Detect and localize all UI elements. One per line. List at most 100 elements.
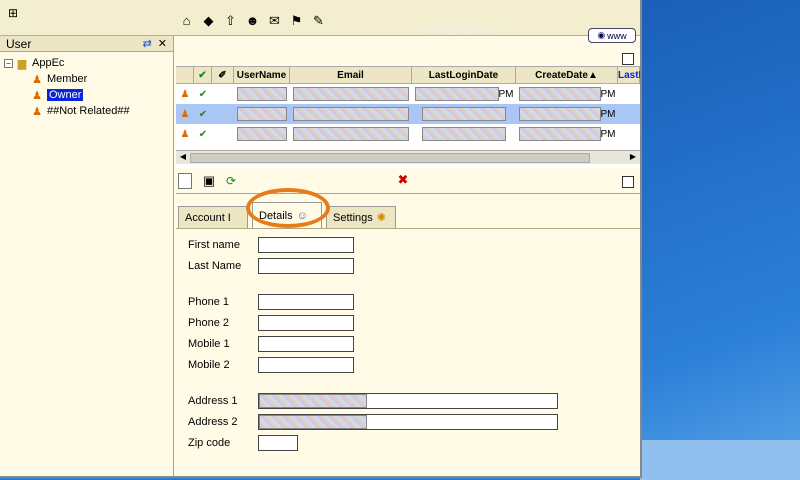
folder-icon: ▆ — [17, 57, 27, 70]
address1-label: Address 1 — [188, 395, 238, 407]
email-cell — [293, 87, 409, 101]
tools-icon[interactable]: ✎ — [310, 12, 327, 29]
tree-item-member[interactable]: ♟ Member — [4, 71, 173, 87]
grid-header: ✔ ✐ UserName Email LastLoginDate CreateD… — [176, 66, 640, 84]
zip-field[interactable] — [258, 435, 298, 451]
close-icon[interactable]: ✕ — [158, 37, 167, 50]
details-form: First name Last Name Phone 1 Phone 2 Mob… — [176, 228, 640, 476]
phone1-field[interactable] — [258, 294, 354, 310]
col-lastlogin[interactable]: LastLoginDate — [412, 67, 516, 83]
mobile1-label: Mobile 1 — [188, 338, 230, 350]
desktop-background — [640, 0, 800, 480]
createdate-cell — [518, 127, 601, 141]
phone2-row: Phone 2 — [188, 313, 354, 333]
users-icon: ♟ — [32, 89, 42, 102]
tab-settings[interactable]: Settings ✺ — [326, 206, 396, 228]
phone1-label: Phone 1 — [188, 296, 229, 308]
collapse-icon[interactable]: − — [4, 58, 13, 68]
mail-icon[interactable]: ✉ — [266, 12, 283, 29]
col-createdate[interactable]: CreateDate▲ — [516, 67, 618, 83]
mobile1-field[interactable] — [258, 336, 354, 352]
address2-field[interactable] — [258, 414, 558, 430]
table-row[interactable]: ♟ ✔ PM — [176, 104, 640, 124]
flags-icon[interactable]: ⚑ — [288, 12, 305, 29]
detail-toolbar: ▣ ⟳ ✖ — [176, 168, 640, 194]
lastlogin-cell — [422, 127, 506, 141]
brand-url: www.spiralic.com — [424, 25, 501, 36]
createdate-cell — [518, 107, 601, 121]
header-blank — [176, 67, 194, 83]
createdate-cell — [518, 87, 601, 101]
detail-maximize-icon[interactable] — [622, 176, 634, 188]
check-icon: ✔ — [198, 88, 208, 100]
username-cell — [237, 107, 287, 121]
refresh-icon[interactable]: ⇄ — [143, 37, 152, 50]
scroll-thumb[interactable] — [190, 153, 590, 163]
user-icon: ♟ — [180, 108, 190, 120]
tree-item-owner[interactable]: ♟ Owner — [4, 87, 173, 103]
email-cell — [293, 127, 409, 141]
highlight-ring — [246, 188, 330, 228]
refresh-icon[interactable]: ⟳ — [224, 173, 238, 188]
lastlogin-cell — [414, 87, 499, 101]
scroll-left-icon[interactable]: ◀ — [177, 152, 189, 164]
check-icon: ✔ — [194, 67, 212, 83]
www-button[interactable]: ◉ www — [588, 28, 636, 43]
phone2-label: Phone 2 — [188, 317, 229, 329]
col-email[interactable]: Email — [290, 67, 412, 83]
first-name-field[interactable] — [258, 237, 354, 253]
first-name-label: First name — [188, 239, 240, 251]
mobile1-row: Mobile 1 — [188, 334, 354, 354]
new-document-icon[interactable] — [178, 173, 192, 189]
user-tree-panel: User ⇄ ✕ − ▆ AppEc ♟ Member ♟ Owner ♟ ##… — [0, 36, 174, 476]
lastlogin-cell — [422, 107, 506, 121]
users-icon: ♟ — [32, 105, 42, 118]
grid-horizontal-scrollbar[interactable]: ◀ ▶ — [176, 150, 640, 164]
tree-item-not-related[interactable]: ♟ ##Not Related## — [4, 103, 173, 119]
user-tree: − ▆ AppEc ♟ Member ♟ Owner ♟ ##Not Relat… — [0, 52, 173, 119]
username-cell — [237, 87, 287, 101]
col-username[interactable]: UserName — [234, 67, 290, 83]
address1-field[interactable] — [258, 393, 558, 409]
top-toolbar: ⊞ ⌂ ◆ ⇧ ☻ ✉ ⚑ ✎ www.spiralic.com ◉ www — [0, 0, 640, 43]
edit-header-icon: ✐ — [212, 67, 234, 83]
app-tree-icon[interactable]: ⊞ — [6, 6, 20, 20]
check-icon: ✔ — [198, 108, 208, 120]
last-name-row: Last Name — [188, 256, 354, 276]
zip-row: Zip code — [188, 433, 298, 453]
gear-icon: ✺ — [376, 212, 386, 224]
scroll-right-icon[interactable]: ▶ — [627, 152, 639, 164]
panel-title: User — [6, 36, 32, 51]
grid-maximize-icon[interactable] — [622, 53, 634, 65]
zip-label: Zip code — [188, 437, 231, 449]
col-lastl[interactable]: LastL — [618, 67, 640, 83]
app-window: ⊞ ⌂ ◆ ⇧ ☻ ✉ ⚑ ✎ www.spiralic.com ◉ www U… — [0, 0, 642, 478]
gem-icon[interactable]: ◆ — [200, 12, 217, 29]
users-icon: ♟ — [32, 73, 42, 86]
last-name-field[interactable] — [258, 258, 354, 274]
save-icon[interactable]: ▣ — [202, 173, 216, 188]
address1-row: Address 1 — [188, 391, 558, 411]
tab-account-info[interactable]: Account I — [178, 206, 248, 228]
user-icon: ♟ — [180, 88, 190, 100]
last-name-label: Last Name — [188, 260, 242, 272]
user-icon: ♟ — [180, 128, 190, 140]
grid-toolbar — [176, 52, 640, 66]
address2-row: Address 2 — [188, 412, 558, 432]
tree-item-appec[interactable]: − ▆ AppEc — [4, 55, 173, 71]
phone2-field[interactable] — [258, 315, 354, 331]
mobile2-label: Mobile 2 — [188, 359, 230, 371]
upload-icon[interactable]: ⇧ — [222, 12, 239, 29]
mobile2-field[interactable] — [258, 357, 354, 373]
table-row[interactable]: ♟ ✔ PM PM — [176, 84, 640, 104]
address2-label: Address 2 — [188, 416, 238, 428]
delete-icon[interactable]: ✖ — [396, 172, 410, 188]
users-group-icon[interactable]: ☻ — [244, 12, 261, 29]
email-cell — [293, 107, 409, 121]
username-cell — [237, 127, 287, 141]
home-icon[interactable]: ⌂ — [178, 12, 195, 29]
check-icon: ✔ — [198, 128, 208, 140]
mobile2-row: Mobile 2 — [188, 355, 354, 375]
table-row[interactable]: ♟ ✔ PM — [176, 124, 640, 144]
first-name-row: First name — [188, 235, 354, 255]
